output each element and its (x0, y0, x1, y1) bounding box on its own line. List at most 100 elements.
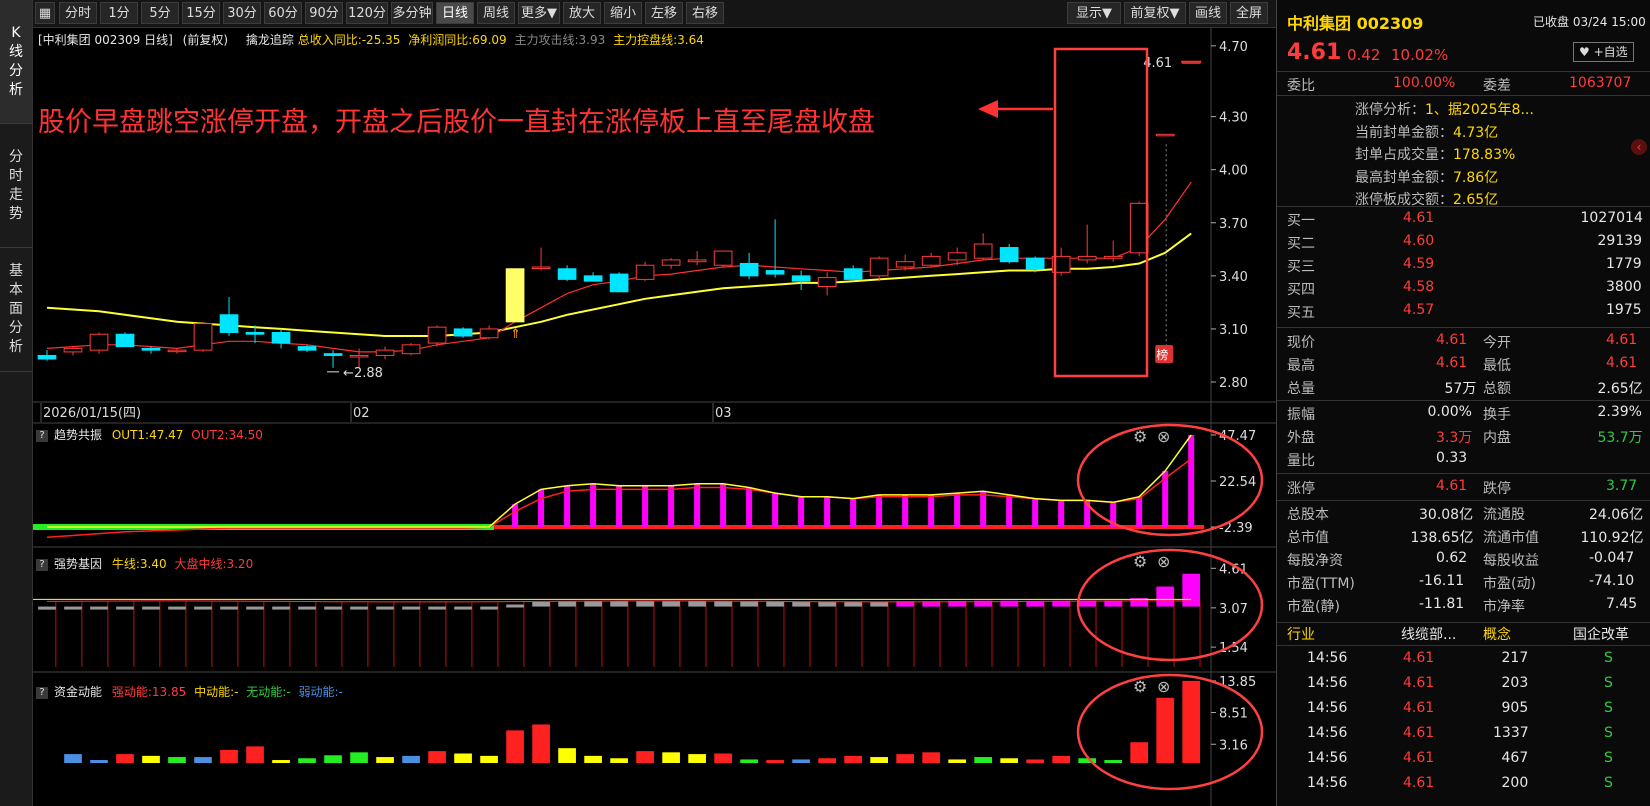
toolbar-right-button-2[interactable]: 画线 (1189, 2, 1227, 24)
trade-volume: 200 (1501, 775, 1529, 791)
close-icon[interactable]: ⊗ (1157, 677, 1170, 696)
money-bar (792, 759, 810, 763)
toolbar-right-button-0[interactable]: 显示▼ (1067, 2, 1121, 24)
candle-body (635, 264, 655, 280)
collapse-arrow-icon[interactable]: ‹ (1631, 139, 1647, 155)
period-button-7[interactable]: 120分 (346, 2, 388, 24)
gene-bar (844, 601, 862, 607)
money-bar (1000, 758, 1019, 763)
period-button-3[interactable]: 15分 (182, 2, 220, 24)
period-button-1[interactable]: 1分 (100, 2, 138, 24)
annotation-arrow-head (978, 100, 998, 118)
divider (1277, 473, 1650, 474)
industry-value[interactable]: 线缆部... (1401, 624, 1456, 644)
quote-value: 57万 (1444, 381, 1477, 397)
money-bar (896, 754, 914, 763)
gene-bar (740, 601, 758, 607)
trend-bar (538, 489, 545, 527)
candle-body (271, 331, 291, 344)
period-button-2[interactable]: 5分 (141, 2, 179, 24)
annotation-text: 股价早盘跳空涨停开盘，开盘之后股价一直封在涨停板上直至尾盘收盘 (38, 107, 875, 138)
period-button-8[interactable]: 多分钟 (391, 2, 433, 24)
period-button-4[interactable]: 30分 (223, 2, 261, 24)
candle-body (843, 268, 863, 280)
panel2-bull-line: 牛线:3.40 (111, 557, 167, 571)
add-watchlist-button[interactable]: ♥ +自选 (1573, 42, 1634, 62)
stat-label: 换手 (1483, 407, 1511, 423)
quote-value: 4.61 (1606, 332, 1638, 348)
candle-body (739, 262, 759, 277)
gene-bar (428, 606, 446, 610)
trend-bar (1006, 494, 1013, 527)
weibi-value: 100.00% (1393, 75, 1456, 91)
money-bar (90, 760, 108, 763)
quote-label: 现价 (1287, 335, 1315, 351)
bid-price: 4.58 (1403, 279, 1435, 295)
money-bar (324, 755, 342, 763)
menu-grid-icon[interactable]: ▦ (35, 2, 55, 24)
gear-icon[interactable]: ⚙ (1133, 552, 1147, 571)
bid-price: 4.61 (1403, 210, 1435, 226)
help-icon[interactable]: ? (36, 686, 48, 699)
trend-bar (720, 483, 727, 527)
candle-body (37, 354, 57, 360)
period-button-11[interactable]: 更多▼ (518, 2, 560, 24)
toolbar-right-button-1[interactable]: 前复权▼ (1124, 2, 1186, 24)
gene-bar (584, 601, 602, 607)
concept-label: 概念 (1483, 627, 1511, 643)
period-button-10[interactable]: 周线 (477, 2, 515, 24)
trade-volume: 1337 (1493, 725, 1529, 741)
help-icon[interactable]: ? (36, 429, 48, 442)
trend-bar (1058, 500, 1065, 527)
quote-label: 最低 (1483, 358, 1511, 374)
low-price-label: ←2.88 (343, 366, 383, 381)
trade-price: 4.61 (1403, 775, 1435, 791)
y-tick-label: 3.40 (1219, 270, 1248, 285)
close-icon[interactable]: ⊗ (1157, 552, 1170, 571)
tab-fundamentals[interactable]: 基 本 面 分 析 (0, 248, 32, 372)
candle-body (661, 259, 681, 266)
period-button-0[interactable]: 分时 (59, 2, 97, 24)
toolbar-right-button-3[interactable]: 全屏 (1230, 2, 1268, 24)
tab-intraday[interactable]: 分 时 走 势 (0, 124, 32, 248)
trend-bar (954, 493, 961, 527)
gene-bar (662, 601, 680, 607)
period-button-5[interactable]: 60分 (264, 2, 302, 24)
gear-icon[interactable]: ⚙ (1133, 427, 1147, 446)
money-bar (350, 752, 368, 763)
close-icon[interactable]: ⊗ (1157, 427, 1170, 446)
candle-body (323, 353, 343, 356)
period-button-6[interactable]: 90分 (305, 2, 343, 24)
help-icon[interactable]: ? (36, 558, 48, 571)
candle-body (765, 270, 785, 275)
y-tick-label: 8.51 (1219, 707, 1248, 722)
quote-label: 总额 (1483, 381, 1511, 397)
period-button-9[interactable]: 日线 (436, 2, 474, 24)
trend-bar (512, 504, 519, 527)
period-button-15[interactable]: 右移 (686, 2, 724, 24)
candle-body (999, 247, 1019, 263)
period-button-12[interactable]: 放大 (563, 2, 601, 24)
quote-value: 4.61 (1606, 355, 1638, 371)
money-bar (506, 730, 524, 763)
tab-k-line[interactable]: K 线 分 析 (0, 0, 32, 124)
period-button-14[interactable]: 左移 (645, 2, 683, 24)
gear-icon[interactable]: ⚙ (1133, 677, 1147, 696)
stat-label: 外盘 (1287, 430, 1315, 446)
period-button-13[interactable]: 缩小 (604, 2, 642, 24)
money-bar (610, 758, 628, 763)
y-tick-label: 4.00 (1219, 164, 1248, 179)
gene-bar (116, 606, 134, 610)
bid-volume: 3800 (1606, 279, 1642, 295)
trade-side: S (1604, 775, 1613, 791)
money-bar (64, 754, 82, 763)
money-bar (636, 751, 654, 763)
trade-time: 14:56 (1307, 650, 1348, 666)
candle-body (921, 255, 941, 266)
money-bar (220, 749, 238, 763)
y-tick-label: 4.30 (1219, 111, 1248, 126)
divider (1277, 400, 1650, 401)
concept-value[interactable]: 国企改革 (1573, 624, 1629, 644)
y-tick-label: 3.10 (1219, 323, 1248, 338)
candle-body (115, 333, 135, 348)
